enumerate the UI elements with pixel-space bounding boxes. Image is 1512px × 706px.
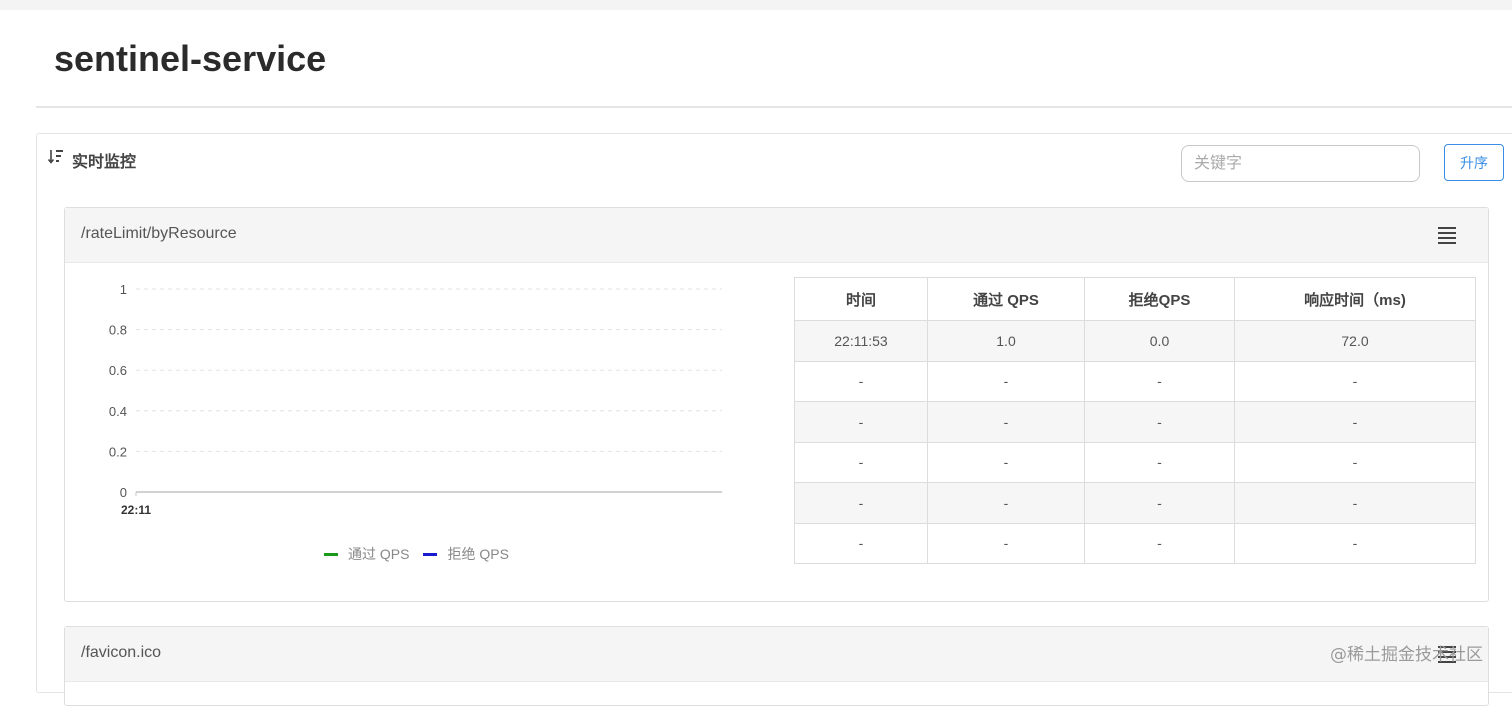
table-cell: 0.0 [1084,320,1235,362]
y-tick-label: 1 [120,282,127,297]
legend-label-pass: 通过 QPS [348,546,410,562]
y-tick-label: 0.2 [109,444,127,459]
table-row: - - - - [794,401,1476,443]
table-row: - - - - [794,360,1476,402]
table-cell: - [1084,522,1235,564]
watermark-text: @稀土掘金技术社区 [1330,645,1483,665]
table-cell: - [927,401,1085,443]
table-row: - - - - [794,441,1476,483]
table-cell: - [927,482,1085,524]
column-header-time: 时间 [794,277,928,321]
table-cell: - [927,441,1085,483]
table-cell: - [794,482,928,524]
table-cell: 72.0 [1234,320,1476,362]
sort-desc-icon [48,150,63,164]
page-title: sentinel-service [54,38,327,79]
table-cell: - [1234,360,1476,402]
legend-swatch-pass [324,552,338,556]
keyword-search-input[interactable] [1181,145,1420,182]
qps-line-chart: 1 0.8 0.6 0.4 0.2 0 22:11 [109,282,722,517]
x-tick-label: 22:11 [121,503,151,517]
table-cell: - [1084,482,1235,524]
table-cell: - [794,360,928,402]
table-cell: - [794,441,928,483]
legend-label-block: 拒绝 QPS [447,546,509,562]
resource-name: /favicon.ico [81,644,162,661]
table-cell: - [1084,360,1235,402]
table-cell: - [927,360,1085,402]
table-row: - - - - [794,522,1476,564]
table-cell: - [927,522,1085,564]
metrics-table: 时间 通过 QPS 拒绝QPS 响应时间（ms) 22:11:53 1.0 0.… [794,277,1476,564]
table-cell: - [1234,401,1476,443]
y-tick-label: 0.8 [109,323,127,338]
table-row: 22:11:53 1.0 0.0 72.0 [794,320,1476,362]
table-cell: - [1234,482,1476,524]
table-cell: - [1084,441,1235,483]
y-tick-label: 0.4 [109,404,127,419]
title-divider [36,106,1512,108]
section-title: 实时监控 [72,154,137,171]
table-cell: - [1084,401,1235,443]
table-row: - - - - [794,482,1476,524]
top-strip [0,0,1512,10]
ascending-sort-button[interactable]: 升序 [1444,144,1504,181]
table-cell: - [794,401,928,443]
table-header-row: 时间 通过 QPS 拒绝QPS 响应时间（ms) [794,277,1476,321]
y-tick-label: 0 [120,485,127,500]
table-cell: 22:11:53 [794,320,928,362]
table-cell: 1.0 [927,320,1085,362]
table-cell: - [1234,441,1476,483]
legend-item-pass-qps[interactable]: 通过 QPS [324,544,409,564]
chart-legend: 通过 QPS 拒绝 QPS [324,544,509,564]
resource-card-header: /rateLimit/byResource [65,208,1488,263]
column-header-block-qps: 拒绝QPS [1084,277,1235,321]
table-cell: - [794,522,928,564]
menu-icon[interactable] [1438,227,1456,244]
resource-card: /favicon.ico [64,626,1489,706]
column-header-pass-qps: 通过 QPS [927,277,1085,321]
legend-swatch-block [423,552,438,556]
legend-item-block-qps[interactable]: 拒绝 QPS [423,544,509,564]
table-cell: - [1234,522,1476,564]
column-header-response-time: 响应时间（ms) [1234,277,1476,321]
resource-card-header: /favicon.ico [65,627,1488,682]
y-tick-label: 0.6 [109,363,127,378]
resource-name: /rateLimit/byResource [81,225,237,242]
